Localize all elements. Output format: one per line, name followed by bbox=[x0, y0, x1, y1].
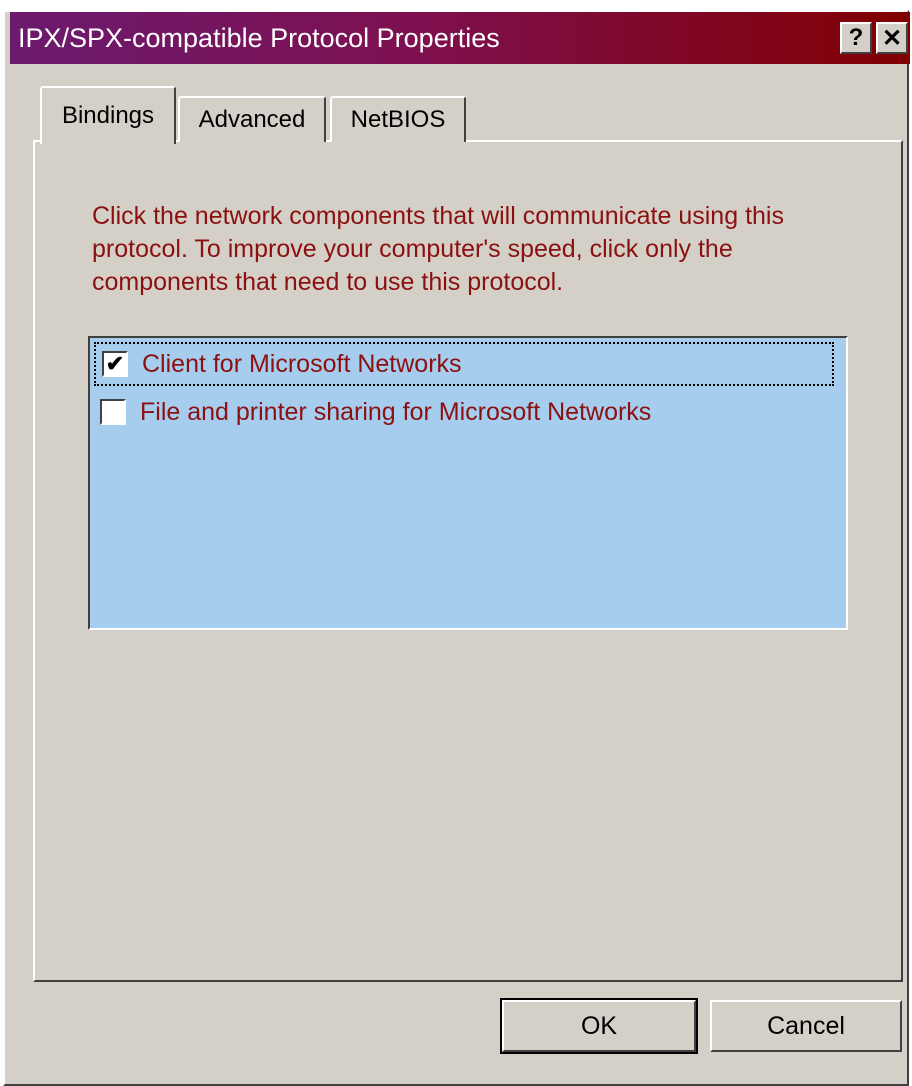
bindings-description: Click the network components that will c… bbox=[92, 202, 784, 296]
file-sharing-checkbox[interactable] bbox=[100, 399, 126, 425]
title-bar[interactable]: IPX/SPX-compatible Protocol Properties ?… bbox=[10, 12, 910, 64]
help-glyph: ? bbox=[848, 24, 864, 51]
ok-button-label: OK bbox=[580, 1011, 618, 1040]
checkmark-icon: ✔ bbox=[105, 351, 125, 376]
list-item-label: File and printer sharing for Microsoft N… bbox=[140, 397, 652, 426]
tab-bindings-label: Bindings bbox=[61, 102, 155, 129]
list-item-file-sharing[interactable]: File and printer sharing for Microsoft N… bbox=[94, 390, 834, 434]
client-checkbox[interactable]: ✔ bbox=[102, 351, 128, 377]
close-glyph: ✕ bbox=[881, 24, 903, 52]
close-icon[interactable]: ✕ bbox=[876, 22, 908, 54]
list-item-label: Client for Microsoft Networks bbox=[142, 349, 462, 378]
cancel-button-label: Cancel bbox=[767, 1011, 845, 1040]
cancel-button[interactable]: Cancel bbox=[710, 1000, 902, 1052]
tab-bindings[interactable]: Bindings bbox=[40, 86, 176, 144]
window-title: IPX/SPX-compatible Protocol Properties bbox=[18, 22, 500, 53]
tab-advanced[interactable]: Advanced bbox=[178, 96, 326, 142]
tab-netbios-label: NetBIOS bbox=[350, 106, 446, 133]
tab-netbios[interactable]: NetBIOS bbox=[330, 96, 466, 142]
ok-button[interactable]: OK bbox=[500, 998, 698, 1054]
list-item-client[interactable]: ✔ Client for Microsoft Networks bbox=[94, 342, 834, 386]
tab-advanced-label: Advanced bbox=[198, 106, 306, 133]
bindings-list[interactable]: ✔ Client for Microsoft Networks File and… bbox=[88, 336, 848, 630]
help-icon[interactable]: ? bbox=[840, 22, 872, 54]
